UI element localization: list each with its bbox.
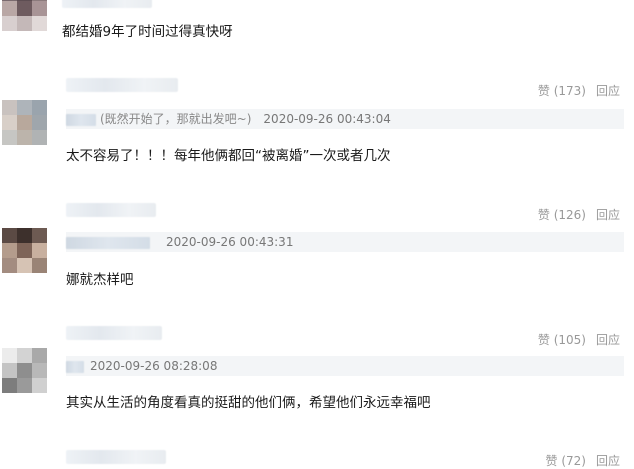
quoted-text: (既然开始了，那就出发吧~): [100, 112, 252, 126]
comment-meta: 赞 (72) 回应: [546, 452, 620, 469]
avatar[interactable]: [2, 348, 48, 394]
reply-button[interactable]: 回应: [596, 208, 620, 222]
quoted-username[interactable]: [66, 360, 84, 373]
comment-text: 都结婚9年了时间过得真快呀: [62, 24, 233, 40]
avatar[interactable]: [2, 100, 48, 146]
quoted-username[interactable]: [66, 236, 150, 249]
username[interactable]: [66, 78, 178, 92]
comment-meta: 赞 (105) 回应: [538, 331, 620, 348]
quoted-username[interactable]: [66, 113, 96, 126]
comment-text: 其实从生活的角度看真的挺甜的他们俩，希望他们永远幸福吧: [66, 395, 431, 411]
quoted-reply[interactable]: (既然开始了，那就出发吧~) 2020-09-26 00:43:04: [66, 109, 624, 129]
comment-text: 娜就杰样吧: [66, 272, 134, 288]
reply-button[interactable]: 回应: [596, 333, 620, 347]
comment-meta: 赞 (126) 回应: [538, 206, 620, 223]
quoted-timestamp: 2020-09-26 08:28:08: [90, 359, 218, 373]
like-button[interactable]: 赞 (173): [538, 84, 586, 98]
avatar[interactable]: [2, 0, 48, 32]
comment-meta: 赞 (173) 回应: [538, 82, 620, 99]
like-button[interactable]: 赞 (105): [538, 333, 586, 347]
comment-text: 太不容易了！！！每年他俩都回“被离婚”一次或者几次: [66, 148, 391, 164]
username[interactable]: [62, 0, 152, 8]
username[interactable]: [66, 203, 156, 217]
like-button[interactable]: 赞 (72): [546, 454, 586, 468]
like-button[interactable]: 赞 (126): [538, 208, 586, 222]
username[interactable]: [66, 326, 162, 340]
reply-button[interactable]: 回应: [596, 84, 620, 98]
quoted-timestamp: 2020-09-26 00:43:04: [263, 112, 391, 126]
quoted-reply[interactable]: 2020-09-26 00:43:31: [66, 232, 624, 252]
reply-button[interactable]: 回应: [596, 454, 620, 468]
comment-list: 都结婚9年了时间过得真快呀 赞 (173) 回应 (既然开始了，那就出发吧~) 20…: [0, 0, 634, 468]
quoted-reply[interactable]: 2020-09-26 08:28:08: [66, 356, 624, 376]
username[interactable]: [66, 450, 166, 464]
avatar[interactable]: [2, 228, 48, 274]
quoted-timestamp: 2020-09-26 00:43:31: [166, 235, 294, 249]
